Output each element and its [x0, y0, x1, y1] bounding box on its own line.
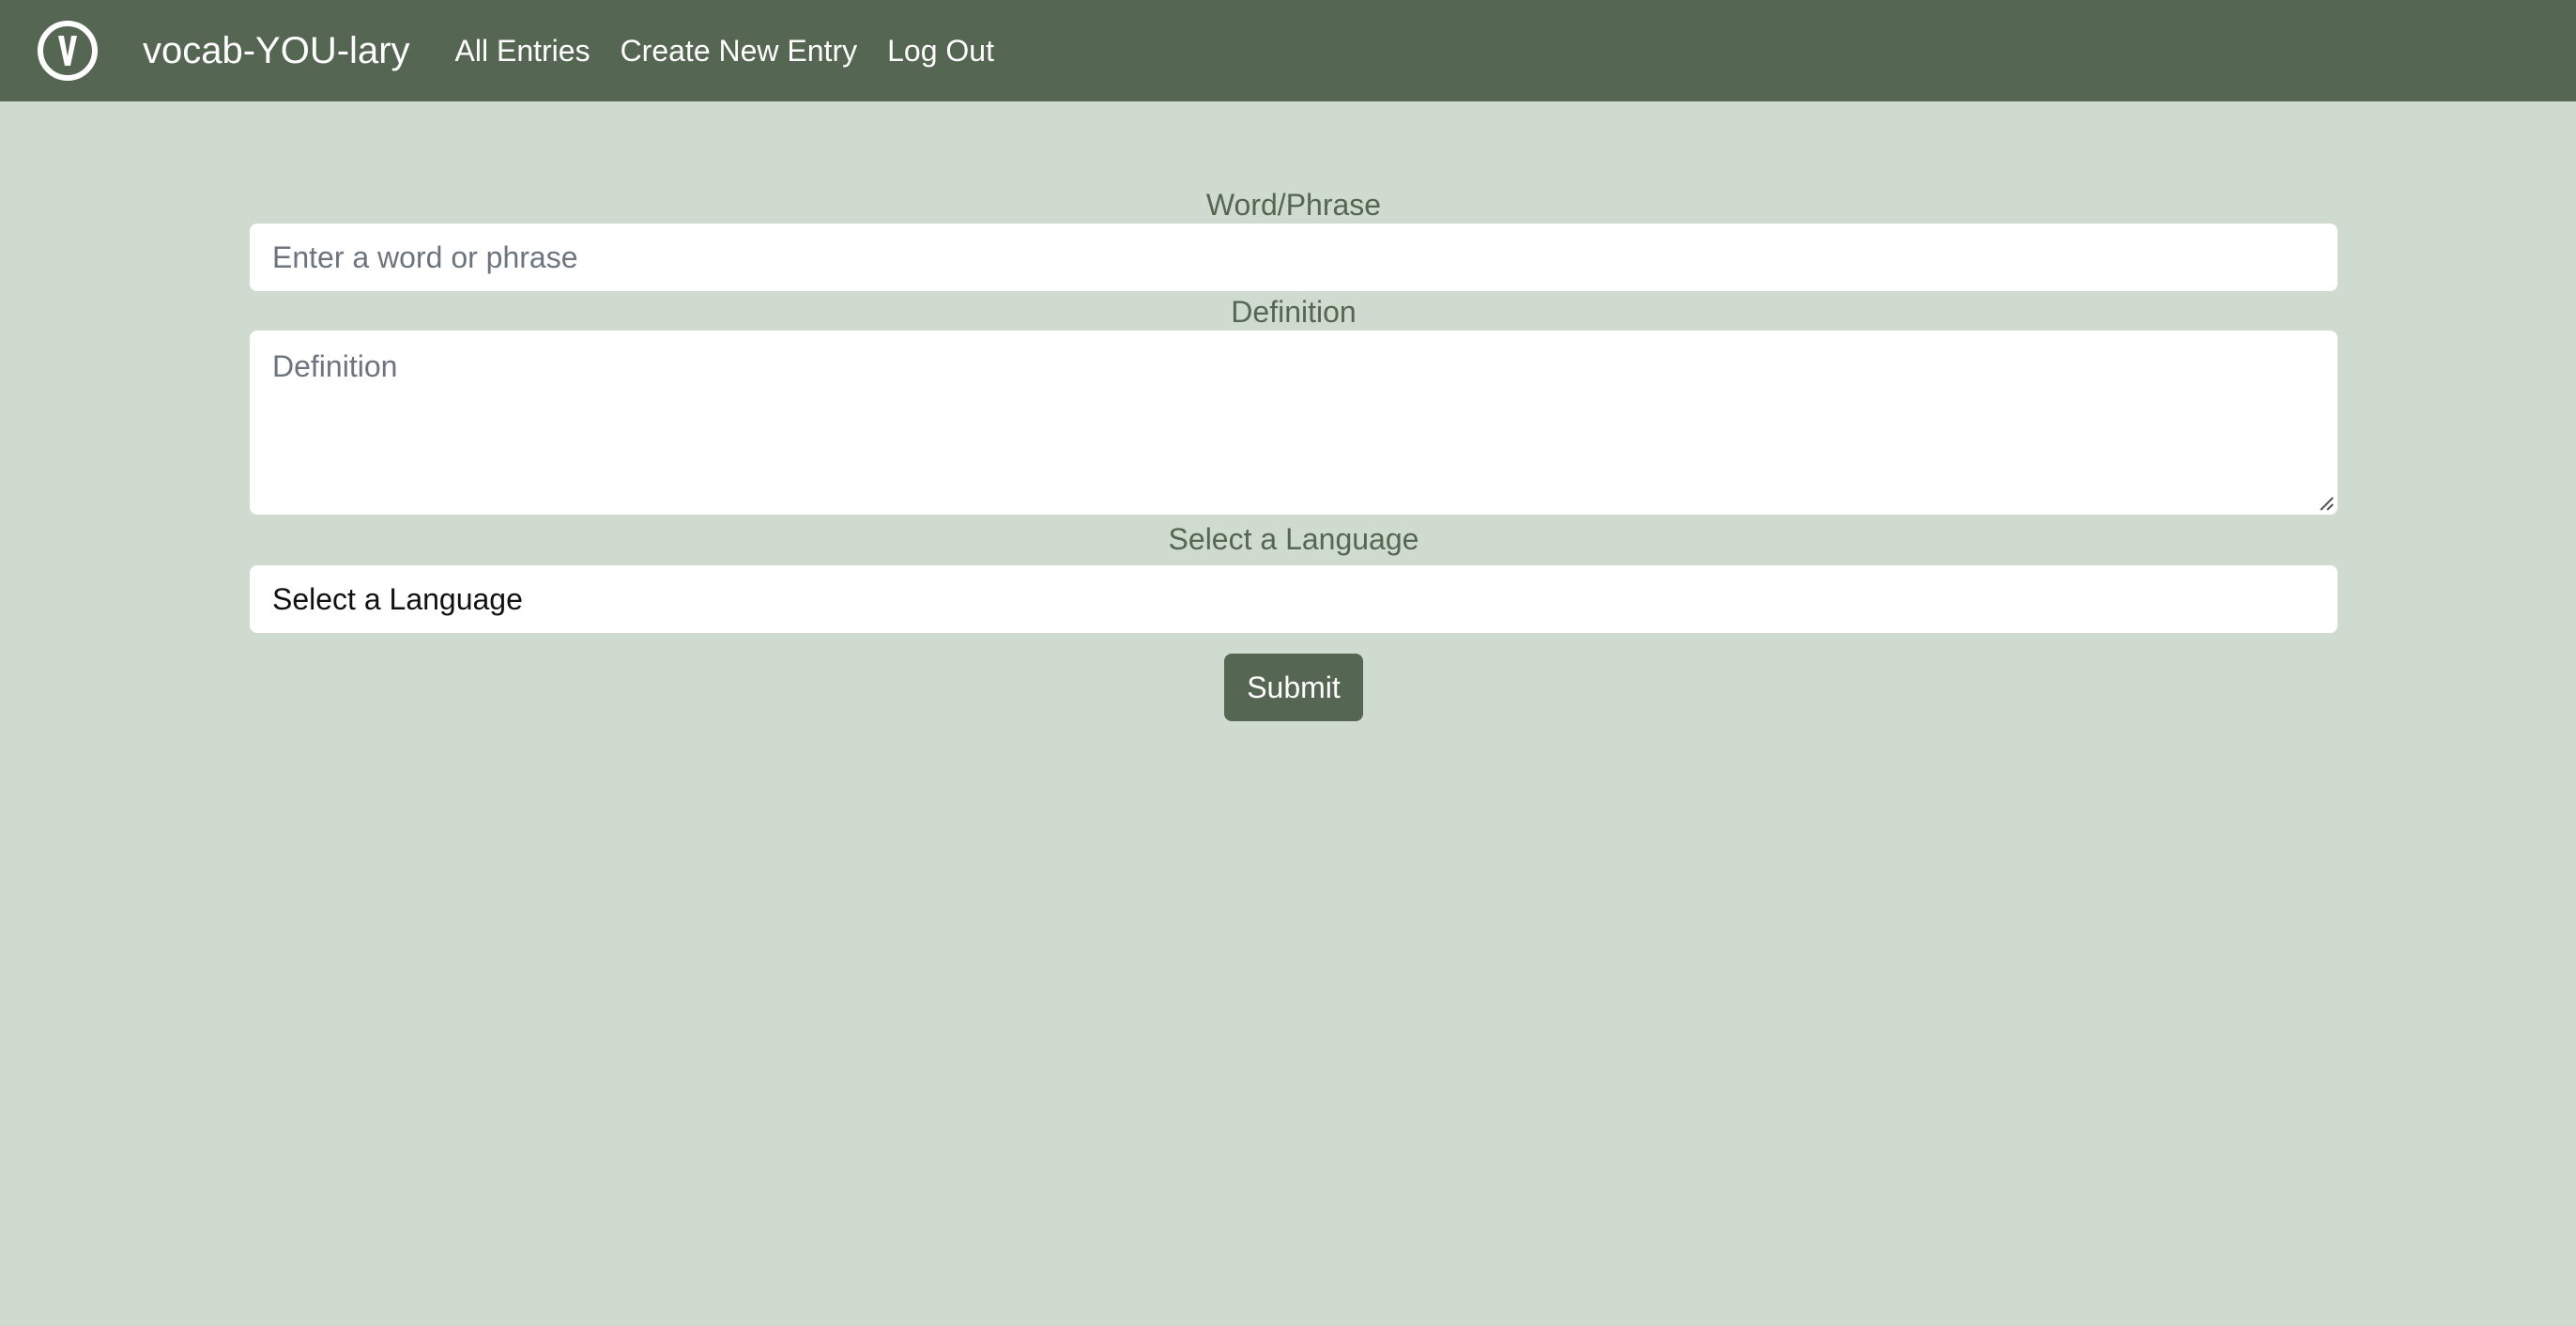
language-select[interactable]: Select a Language — [250, 565, 2338, 633]
new-entry-form: Word/Phrase Enter a word or phrase Defin… — [250, 186, 2338, 721]
nav-link-log-out[interactable]: Log Out — [887, 34, 994, 69]
submit-button[interactable]: Submit — [1224, 654, 1363, 721]
nav-link-all-entries[interactable]: All Entries — [455, 34, 590, 69]
nav-link-create-new-entry[interactable]: Create New Entry — [621, 34, 858, 69]
v-circle-logo-icon[interactable] — [36, 19, 100, 83]
brand-title[interactable]: vocab-YOU-lary — [143, 30, 410, 72]
word-phrase-label: Word/Phrase — [1205, 188, 1382, 222]
resize-handle-icon[interactable] — [2318, 495, 2335, 512]
submit-row: Submit — [250, 654, 2338, 721]
definition-label: Definition — [1231, 295, 1357, 329]
main-content: Word/Phrase Enter a word or phrase Defin… — [0, 101, 2576, 1326]
language-select-value: Select a Language — [272, 582, 523, 616]
select-language-label: Select a Language — [1168, 522, 1419, 556]
top-navbar: vocab-YOU-lary All Entries Create New En… — [0, 0, 2576, 101]
word-phrase-input[interactable]: Enter a word or phrase — [250, 224, 2338, 291]
definition-placeholder: Definition — [272, 349, 398, 383]
definition-textarea[interactable]: Definition — [250, 331, 2338, 515]
word-phrase-placeholder: Enter a word or phrase — [272, 240, 578, 274]
